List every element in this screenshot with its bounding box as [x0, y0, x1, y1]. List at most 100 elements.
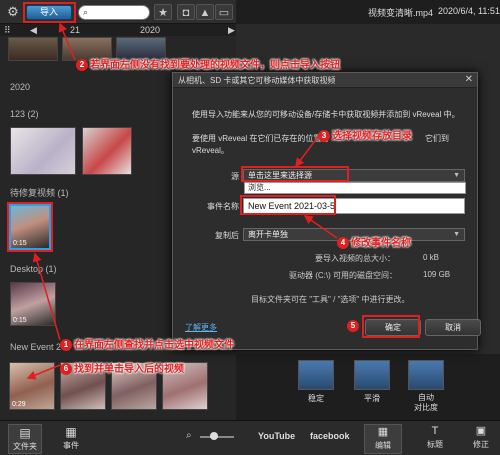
drive-space-value: 109 GB: [423, 270, 451, 279]
timeline-next-icon[interactable]: ▶: [228, 25, 235, 36]
annotation-text: 找到并单击导入后的视频: [74, 364, 184, 375]
monitor-icon[interactable]: ▭: [215, 4, 233, 20]
preview-title: 视频变清晰.mp4 2020/6/4, 11:51: [236, 0, 500, 24]
annotation-text: 在界面左侧查找并点击选中视频文件: [74, 340, 234, 351]
highlight-ok-button: [362, 315, 420, 338]
library-bottom-bar: ▤ 文件夹 ▦ 事件 ⌕: [0, 420, 236, 455]
thumbnail-size-slider[interactable]: [200, 432, 234, 440]
step-number: 4: [337, 237, 349, 249]
fix-icon: ▣: [475, 425, 487, 437]
effect-thumb-contrast[interactable]: [408, 360, 444, 390]
highlight-import-button: [23, 2, 76, 23]
fix-label: 修正: [473, 440, 489, 449]
highlight-event-name: [240, 195, 336, 215]
after-copy-label: 复制后: [215, 231, 239, 240]
folder-icon: ▤: [19, 426, 31, 440]
star-icon[interactable]: ★: [154, 4, 172, 20]
youtube-button[interactable]: YouTube: [258, 431, 295, 441]
group-label-123: 123 (2): [10, 109, 39, 119]
annotation-step-2: 2 若界面左侧没有找到要处理的视频文件，则点击导入按钮: [76, 56, 340, 71]
video-thumbnail[interactable]: [10, 127, 76, 175]
event-name-label: 事件名称: [207, 202, 239, 211]
grid-icon[interactable]: ⠿: [4, 25, 11, 36]
group-label-repair: 待修复视频 (1): [10, 188, 69, 198]
timeline-label-left: 21: [70, 25, 81, 35]
source-label: 源: [231, 172, 239, 181]
duration-label: 0:15: [13, 317, 27, 324]
event-label: 事件: [63, 441, 79, 450]
learn-more-link[interactable]: 了解更多: [185, 322, 217, 333]
folder-label: 文件夹: [13, 442, 37, 451]
step-number: 1: [60, 339, 72, 351]
action-bar: YouTube facebook ▦ 编辑 T 标题 ▣ 修正: [236, 420, 500, 455]
fix-button[interactable]: ▣ 修正: [462, 424, 500, 454]
video-thumbnail[interactable]: 0:29: [9, 362, 55, 410]
group-label-desktop: Desktop (1): [10, 264, 57, 274]
chevron-down-icon: ▼: [453, 172, 460, 179]
after-copy-value: 离开卡单独: [248, 230, 288, 239]
video-thumbnail[interactable]: [82, 127, 132, 175]
drive-space-label: 驱动器 (C:\) 可用的磁盘空间：: [289, 271, 397, 280]
annotation-step-4: 4 修改事件名称: [337, 234, 411, 249]
close-icon[interactable]: ✕: [465, 74, 473, 85]
total-size-value: 0 kB: [423, 253, 440, 262]
annotation-text: 若界面左侧没有找到要处理的视频文件，则点击导入按钮: [90, 60, 340, 71]
title-icon: T: [431, 425, 439, 437]
browse-label: 浏览...: [248, 183, 271, 192]
effect-label-stabilize: 稳定: [308, 394, 324, 403]
timeline-prev-icon[interactable]: ◀: [30, 25, 37, 36]
annotation-step-6: 6 找到并单击导入后的视频: [60, 360, 184, 375]
file-name: 视频变清晰.mp4: [368, 8, 434, 18]
landscape-icon[interactable]: ▲: [196, 4, 214, 20]
step-number: 3: [318, 130, 330, 142]
cancel-button[interactable]: 取消: [425, 319, 481, 336]
dialog-titlebar[interactable]: 从相机、SD 卡或其它可移动媒体中获取视频 ✕: [173, 73, 477, 88]
annotation-step-1: 1 在界面左侧查找并点击选中视频文件: [60, 336, 234, 351]
chevron-down-icon: ▼: [453, 231, 460, 238]
camera-icon[interactable]: ◘: [177, 4, 195, 20]
effect-thumb-smooth[interactable]: [354, 360, 390, 390]
dialog-title: 从相机、SD 卡或其它可移动媒体中获取视频: [178, 76, 336, 85]
video-thumbnail[interactable]: [8, 37, 58, 61]
video-thumbnail[interactable]: 0:15: [10, 282, 56, 326]
file-date: 2020/6/4, 11:51: [438, 6, 500, 16]
browse-option[interactable]: 浏览...: [244, 182, 466, 194]
folder-view-button[interactable]: ▤ 文件夹: [8, 424, 42, 454]
annotation-step-3: 3 选择视频存放目录: [318, 127, 412, 142]
facebook-button[interactable]: facebook: [310, 431, 350, 441]
event-view-button[interactable]: ▦ 事件: [54, 424, 88, 454]
gear-icon[interactable]: ⚙: [5, 4, 21, 20]
title-label: 标题: [427, 440, 443, 449]
effect-label-smooth: 平滑: [364, 394, 380, 403]
annotation-text: 修改事件名称: [351, 238, 411, 249]
folder-note: 目标文件夹可在 "工具" / "选项" 中进行更改。: [251, 295, 410, 304]
dialog-intro: 使用导入功能来从您的可移动设备/存储卡中获取视频并添加到 vReveal 中。: [192, 110, 460, 119]
effect-label-contrast: 自动 对比度: [414, 393, 438, 412]
step-number: 6: [60, 363, 72, 375]
duration-label: 0:29: [12, 401, 26, 408]
dialog-intro-2c: vReveal。: [192, 146, 229, 155]
edit-icon: ▦: [377, 426, 389, 438]
zoom-icon: ⌕: [186, 430, 192, 441]
edit-button[interactable]: ▦ 编辑: [364, 424, 402, 454]
timeline-label-right: 2020: [140, 25, 161, 35]
highlight-selected-video: [7, 202, 53, 252]
title-button[interactable]: T 标题: [416, 424, 454, 454]
step-number: 2: [76, 59, 88, 71]
annotation-step-5: 5: [347, 320, 361, 332]
total-size-label: 要导入视频的总大小：: [315, 254, 395, 263]
dialog-intro-2b: 它们到: [425, 134, 449, 143]
group-label-new-event: New Event 20: [10, 342, 67, 352]
search-input[interactable]: ⌕: [78, 5, 150, 20]
step-number: 5: [347, 320, 359, 332]
effect-thumb-stabilize[interactable]: [298, 360, 334, 390]
highlight-source-select: [241, 166, 349, 182]
search-icon: ⌕: [83, 7, 89, 17]
event-icon: ▦: [65, 425, 77, 439]
dialog-intro-2a: 要使用 vReveal 在它们已存在的位置打: [192, 134, 330, 143]
timeline-bar[interactable]: ⠿ ◀ 21 2020 ▶: [0, 24, 236, 36]
slider-knob[interactable]: [210, 432, 218, 440]
annotation-text: 选择视频存放目录: [332, 131, 412, 142]
year-label: 2020: [10, 82, 31, 92]
edit-label: 编辑: [375, 441, 391, 450]
